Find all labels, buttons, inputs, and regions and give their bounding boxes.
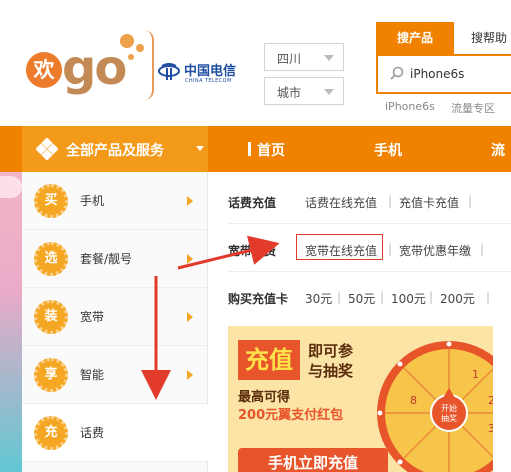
category-sidebar: 买 手机 选 套餐/靓号 装 宽带 享 智能 充 话费 [22, 172, 208, 472]
logo-dot [136, 44, 144, 52]
chevron-down-icon [324, 89, 334, 95]
badge-recharge: 充 [34, 416, 68, 450]
logo-go-text: go [62, 40, 127, 96]
chevron-right-icon [187, 312, 193, 322]
link-separator: | [337, 290, 342, 304]
china-telecom-logo: 中国电信 CHINA TELECOM [158, 58, 240, 92]
row-heading: 宽带缴费 [228, 244, 277, 258]
wheel-number: 1 [472, 368, 479, 381]
banner-prize-text: 200元翼支付红包 [238, 408, 344, 423]
sidebar-item-recharge[interactable]: 充 话费 [22, 404, 208, 462]
lottery-wheel: 1 2 3 8 开始抽奖 [377, 341, 493, 472]
sidebar-item-label: 宽带 [80, 310, 105, 324]
logo-dot [128, 54, 134, 60]
recharge-now-button[interactable]: 手机立即充值 [238, 448, 388, 472]
recharge-row-cards: 购买充值卡 30元 | 50元 | 100元 | 200元 | [228, 272, 511, 320]
province-select[interactable]: 四川 [264, 43, 344, 71]
search-icon[interactable] [390, 66, 404, 80]
highlight-box [296, 234, 383, 260]
banner-recharge-badge: 充值 [238, 340, 300, 380]
telecom-en-name: CHINA TELECOM [185, 78, 232, 84]
link-separator: | [480, 242, 485, 256]
badge-buy: 买 [34, 184, 68, 218]
start-lottery-button[interactable] [430, 394, 468, 432]
sidebar-item-label: 手机 [80, 194, 105, 208]
nav-phones[interactable]: 手机 [374, 140, 402, 160]
badge-select: 选 [34, 242, 68, 276]
card-50-link[interactable]: 50元 [348, 290, 375, 307]
recharge-row-phone: 话费充值 话费在线充值 | 充值卡充值 | [228, 176, 511, 224]
card-200-link[interactable]: 200元 [440, 290, 475, 307]
sidebar-item-label: 智能 [80, 368, 105, 382]
main-nav: 全部产品及服务 首页 手机 流 [0, 126, 511, 172]
link-separator: | [429, 290, 434, 304]
logo-divider [144, 30, 154, 100]
page-edge [493, 326, 511, 472]
telecom-cn-name: 中国电信 [184, 64, 237, 79]
tab-search-products[interactable]: 搜产品 [376, 22, 454, 54]
nav-traffic[interactable]: 流 [491, 140, 505, 160]
link-separator: | [388, 242, 393, 256]
background-strip [0, 172, 22, 472]
badge-install: 装 [34, 300, 68, 334]
huango-logo[interactable]: 欢 go [22, 30, 154, 110]
sidebar-item-smart[interactable]: 享 智能 [22, 346, 208, 404]
card-recharge-link[interactable]: 充值卡充值 [399, 194, 459, 211]
nav-home-marker [248, 142, 251, 156]
sidebar-item-label: 套餐/靓号 [80, 252, 133, 266]
broadband-annual-link[interactable]: 宽带优惠年缴 [399, 242, 471, 259]
search-tabs: 搜产品 搜帮助 [376, 22, 511, 54]
link-separator: | [388, 194, 393, 208]
link-separator: | [486, 290, 491, 304]
link-separator: | [380, 290, 385, 304]
search-box [376, 54, 511, 94]
row-heading: 话费充值 [228, 196, 277, 210]
wheel-number: 8 [410, 394, 417, 407]
sidebar-item-plans[interactable]: 选 套餐/靓号 [22, 230, 208, 288]
tab-search-help[interactable]: 搜帮助 [454, 22, 511, 54]
search-input[interactable] [410, 63, 510, 85]
sidebar-item-broadband[interactable]: 装 宽带 [22, 288, 208, 346]
chevron-down-icon [324, 55, 334, 61]
all-categories-label: 全部产品及服务 [66, 143, 164, 159]
chevron-right-icon [187, 254, 193, 264]
categories-diamond-icon [36, 138, 58, 160]
banner-text: 最高可得 [238, 390, 291, 405]
city-select[interactable]: 城市 [264, 77, 344, 105]
chevron-down-icon [196, 146, 204, 151]
card-100-link[interactable]: 100元 [391, 290, 426, 307]
sidebar-item-label: 话费 [80, 426, 105, 440]
site-header: 欢 go 中国电信 CHINA TELECOM 四川 城市 搜产品 搜帮助 iP… [0, 0, 511, 126]
lottery-banner[interactable]: 充值 即可参 与抽奖 最高可得 200元翼支付红包 手机立即充值 1 2 3 8… [228, 326, 493, 472]
phone-online-recharge-link[interactable]: 话费在线充值 [305, 194, 377, 211]
hot-search-link[interactable]: 流量专区 [451, 100, 495, 116]
recharge-row-broadband: 宽带缴费 宽带在线充值 | 宽带优惠年缴 | [228, 224, 511, 272]
chevron-right-icon [187, 370, 193, 380]
all-categories-button[interactable]: 全部产品及服务 [22, 126, 208, 172]
link-separator: | [468, 194, 473, 208]
badge-enjoy: 享 [34, 358, 68, 392]
row-heading: 购买充值卡 [228, 292, 289, 306]
banner-text: 与抽奖 [308, 362, 354, 380]
sidebar-item-phones[interactable]: 买 手机 [22, 172, 208, 230]
background-decoration [0, 176, 22, 198]
chevron-right-icon [187, 196, 193, 206]
hot-search-link[interactable]: iPhone6s [385, 100, 435, 113]
province-select-value: 四川 [277, 52, 302, 66]
china-telecom-icon [158, 63, 180, 80]
logo-dot [120, 34, 134, 48]
logo-huan-mark: 欢 [26, 52, 62, 88]
banner-text: 即可参 [308, 342, 354, 360]
nav-home[interactable]: 首页 [257, 140, 285, 160]
city-select-value: 城市 [277, 86, 302, 100]
card-30-link[interactable]: 30元 [305, 290, 332, 307]
